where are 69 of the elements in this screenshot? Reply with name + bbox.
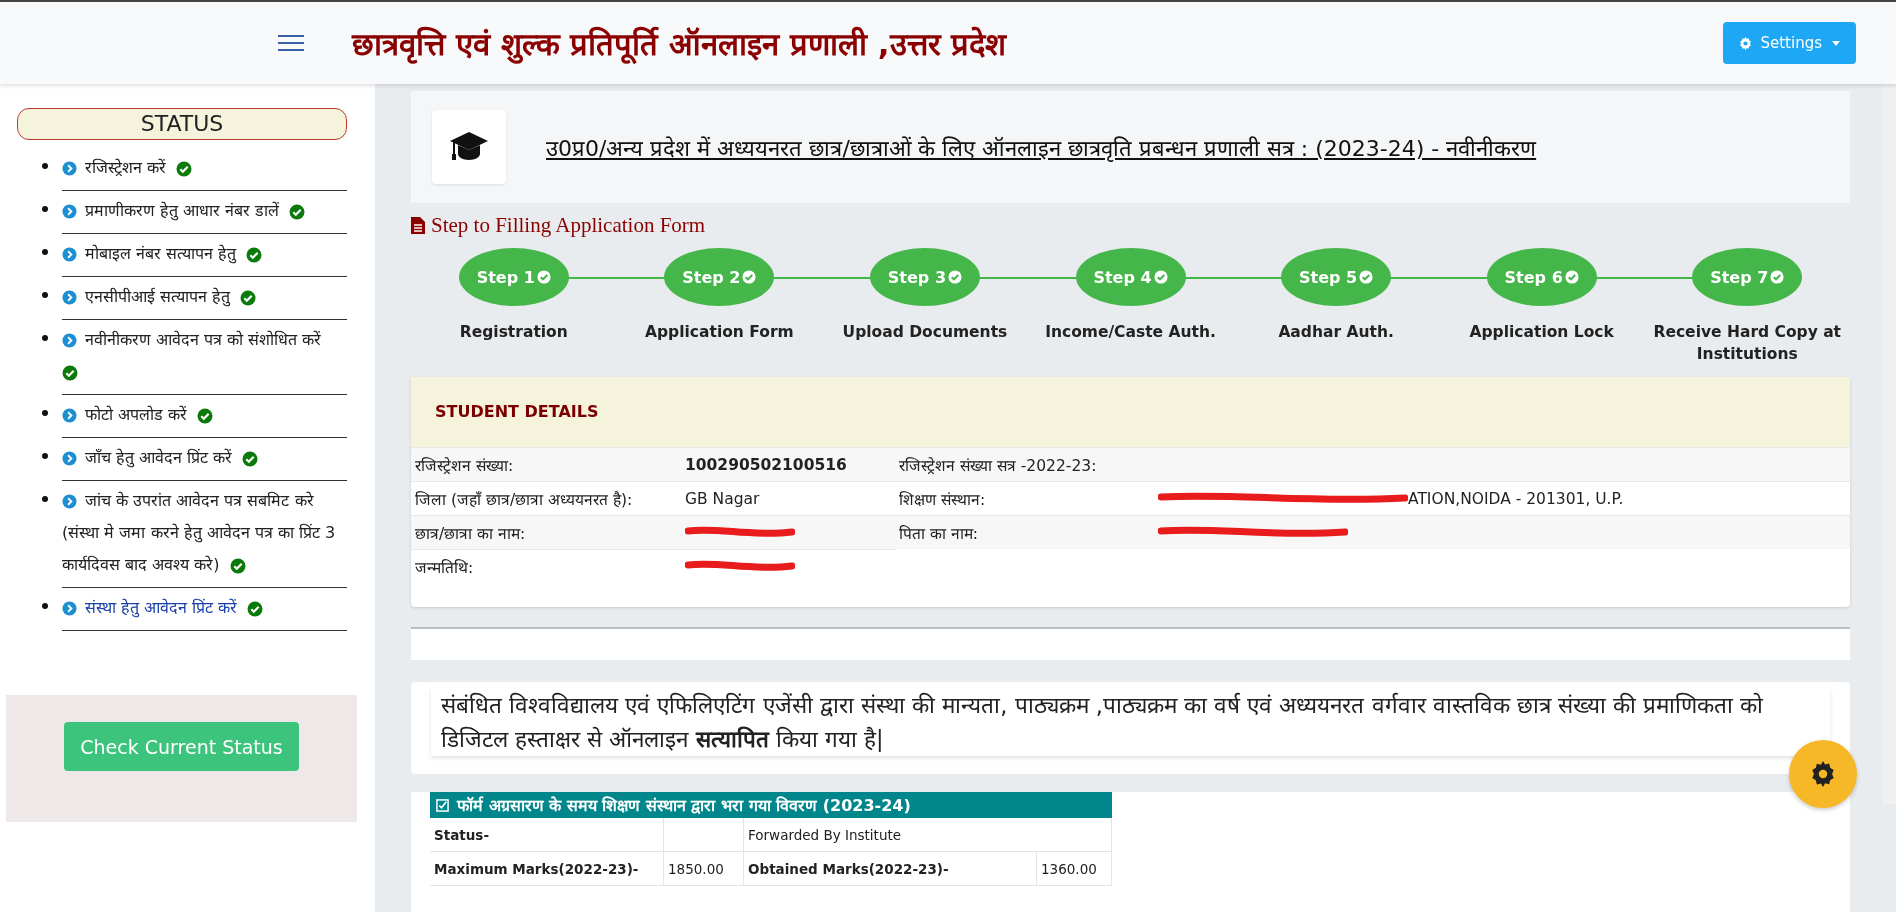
status-link[interactable]: एनसीपीआई सत्यापन हेतु [62,281,347,313]
chevron-icon [62,494,77,509]
step-caption: Income/Caste Auth. [1044,322,1217,343]
menu-icon[interactable] [278,34,304,52]
bullet-icon [42,292,48,298]
step-caption: Receive Hard Copy at Institutions [1652,322,1842,365]
table-cell: Maximum Marks(2022-23)- [430,852,664,886]
document-icon [411,217,425,234]
bullet-icon [42,496,48,502]
table-cell: 1850.00 [664,852,744,886]
bullet-icon [42,163,48,169]
bullet-icon [42,603,48,609]
table-cell: Status- [430,818,664,852]
bullet-icon [42,453,48,459]
table-cell: Obtained Marks(2022-23)- [744,852,1037,886]
field-label: जन्मतिथि: [411,549,681,583]
status-link[interactable]: जांच के उपरांत आवेदन पत्र सबमिट करे (संस्था मे जमा करने हेतु आवेदन पत्र का प्रिंट 3 कार्यदिवस बाद अवश्य करे) [62,485,347,581]
bullet-icon [42,206,48,212]
chevron-icon [62,290,77,305]
bullet-icon [42,335,48,341]
status-link[interactable]: नवीनीकरण आवेदन पत्र को संशोधित करें [62,324,347,388]
bullet-icon [42,249,48,255]
chevron-icon [62,204,77,219]
field-label: रजिस्ट्रेशन संख्या सत्र -2022-23: [895,447,1154,481]
step-caption: Aadhar Auth. [1277,322,1395,343]
page-title: उ0प्र0/अन्य प्रदेश में अध्ययनरत छात्र/छात्राओं के लिए ऑनलाइन छात्रवृति प्रबन्धन प्रणाली सत्र : (2023-24) - नवीनीकरण [546,135,1537,162]
notice-text: संबंधित विश्वविद्यालय एवं एफिलिएटिंग एजेंसी द्वारा संस्था की मान्यता, पाठ्यक्रम ,पाठ्यक्रम का वर्ष एवं अध्ययनरत वर्गवार वास्तविक छात्र संख्या की प्रमाणिकता को डिजिटल हस्ताक्षर से ऑनलाइन सत्यापित किया गया है| [431,688,1830,756]
table-heading: फॉर्म अग्रसारण के समय शिक्षण संस्थान द्वारा भरा गया विवरण (2023-24) [457,795,911,816]
table-cell: 1360.00 [1037,852,1112,886]
chevron-icon [62,408,77,423]
field-label: छात्र/छात्रा का नाम: [411,515,681,549]
field-value: 100290502100516 [685,455,847,474]
table-cell: Forwarded By Institute [744,818,1112,852]
step-label: Step 5 [1299,267,1358,287]
checkbox-icon [436,798,449,812]
step-label: Step 2 [682,267,741,287]
bullet-icon [42,410,48,416]
chevron-icon [62,247,77,262]
chevron-icon [62,161,77,176]
field-label: रजिस्ट्रेशन संख्या: [411,447,681,481]
caret-icon [1832,40,1840,46]
chevron-icon [62,333,77,348]
status-heading: STATUS [17,108,347,140]
scrollbar[interactable] [1882,84,1896,804]
gear-icon [1810,761,1836,787]
field-label: पिता का नाम: [895,515,1154,549]
step-label: Step 7 [1710,267,1769,287]
status-link[interactable]: संस्था हेतु आवेदन प्रिंट करें [62,592,347,624]
steps-heading: Step to Filling Application Form [431,213,706,238]
status-link[interactable]: मोबाइल नंबर सत्यापन हेतु [62,238,347,270]
chevron-icon [62,601,77,616]
gear-icon [1739,36,1753,50]
status-link[interactable]: फोटो अपलोड करें [62,399,347,431]
section-heading: STUDENT DETAILS [411,377,1850,447]
step-label: Step 4 [1093,267,1152,287]
field-value: ATION,NOIDA - 201301, U.P. [1408,489,1624,508]
step-label: Step 6 [1504,267,1563,287]
status-link[interactable]: प्रमाणीकरण हेतु आधार नंबर डालें [62,195,347,227]
status-link[interactable]: जाँच हेतु आवेदन प्रिंट करें [62,442,347,474]
step-caption: Upload Documents [841,322,1009,343]
step-label: Step 3 [887,267,947,287]
status-link[interactable]: रजिस्ट्रेशन करें [62,152,347,184]
step-label: Step 1 [476,267,535,287]
site-title: छात्रवृत्ति एवं शुल्क प्रतिपूर्ति ऑनलाइन प्रणाली ,उत्तर प्रदेश [352,25,1008,64]
field-value: GB Nagar [685,489,760,508]
step-caption: Application Form [644,322,795,343]
step-caption: Application Lock [1468,322,1615,343]
chevron-icon [62,451,77,466]
step-caption: Registration [458,322,569,343]
